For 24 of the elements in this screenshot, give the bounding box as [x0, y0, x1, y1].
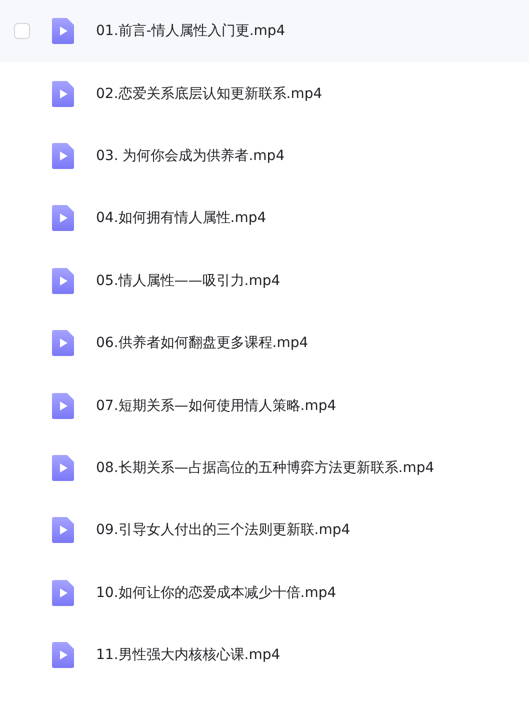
video-file-icon	[52, 392, 74, 419]
video-file-icon	[52, 580, 74, 606]
video-file-icon	[52, 268, 74, 294]
file-name: 03. 为何你会成为供养者.mp4	[96, 146, 285, 165]
file-name: 05.情人属性——吸引力.mp4	[96, 272, 280, 290]
video-file-icon	[52, 205, 74, 232]
file-name: 10.如何让你的恋爱成本减少十倍.mp4	[96, 584, 336, 602]
file-name: 08.长期关系—占据高位的五种博弈方法更新联系.mp4	[96, 458, 434, 477]
video-file-icon	[52, 330, 74, 356]
file-name: 06.供养者如何翻盘更多课程.mp4	[96, 334, 308, 352]
file-name: 11.男性强大内核核心课.mp4	[96, 646, 280, 664]
file-name: 07.短期关系—如何使用情人策略.mp4	[96, 396, 336, 415]
checkbox[interactable]	[14, 23, 30, 40]
file-name: 01.前言-情人属性入门更.mp4	[96, 22, 286, 40]
video-file-icon	[52, 517, 74, 544]
file-row[interactable]: 01.前言-情人属性入门更.mp4	[0, 0, 529, 62]
video-file-icon	[52, 18, 74, 44]
video-file-icon	[52, 642, 74, 668]
file-name: 04.如何拥有情人属性.mp4	[96, 209, 266, 228]
file-name: 09.引导女人付出的三个法则更新联.mp4	[96, 521, 350, 540]
video-file-icon	[52, 80, 74, 107]
video-file-icon	[52, 454, 74, 481]
video-file-icon	[52, 142, 74, 169]
file-name: 02.恋爱关系底层认知更新联系.mp4	[96, 84, 322, 103]
